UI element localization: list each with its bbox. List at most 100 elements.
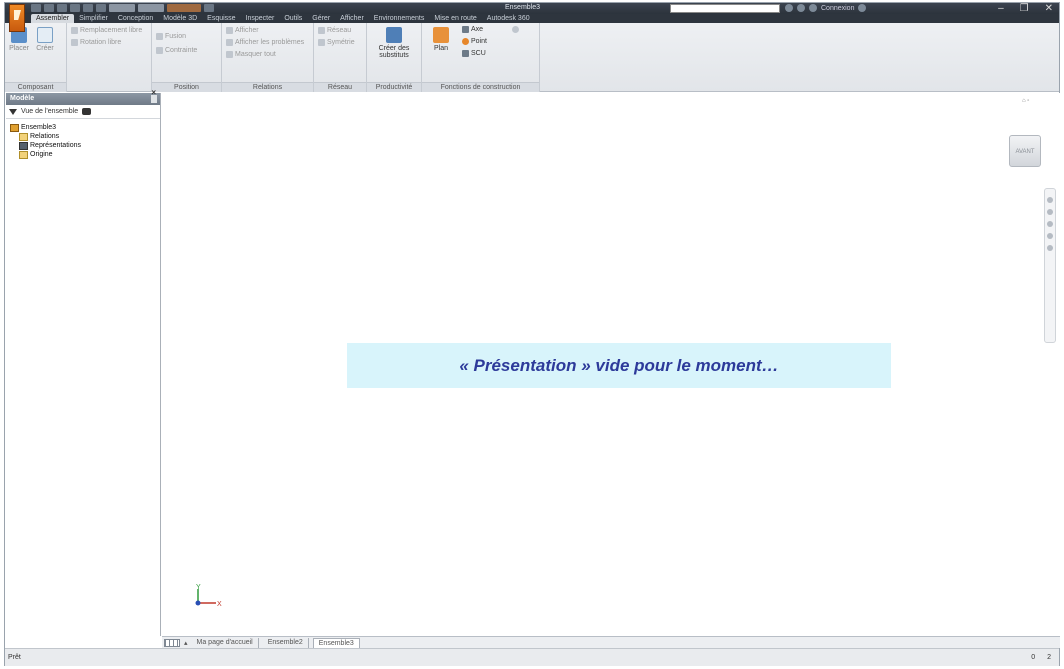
document-tabs: ▴ Ma page d'accueil Ensemble2 Ensemble3 <box>162 636 1060 648</box>
restore-icon[interactable]: ❐ <box>1020 3 1029 14</box>
panel-reseau: Réseau Symétrie Réseau <box>314 23 367 92</box>
folder-icon <box>19 150 28 159</box>
show-relations-button[interactable]: Afficher <box>226 27 259 34</box>
panel-title-fonctions[interactable]: Fonctions de construction <box>422 82 539 92</box>
viewcube[interactable]: AVANT <box>1009 135 1041 167</box>
doc-tab-ensemble3[interactable]: Ensemble3 <box>312 637 360 648</box>
point-button[interactable]: Point <box>462 38 487 45</box>
tree-item-relations[interactable]: Relations <box>10 132 160 141</box>
browser-pin-icon[interactable] <box>151 95 157 103</box>
tab-inspecter[interactable]: Inspecter <box>241 14 280 23</box>
orbit-icon[interactable] <box>1047 233 1053 239</box>
model-browser: Modèle × Vue de l'ensemble Ensemble3 Rel… <box>6 88 161 636</box>
hide-all-button[interactable]: Masquer tout <box>226 51 276 58</box>
tile-windows-icon[interactable] <box>164 638 180 647</box>
status-count-1: 0 <box>1031 654 1036 661</box>
measure-icon[interactable] <box>204 4 214 12</box>
ribbon: Placer Créer Composant Remplacement libr… <box>5 23 1059 92</box>
viewcube-home-icon[interactable]: ⌂ ▫ <box>1022 98 1029 104</box>
tree-root[interactable]: Ensemble3 <box>10 123 160 132</box>
help-icon[interactable] <box>858 4 867 12</box>
tree-item-representations[interactable]: Représentations <box>10 141 160 150</box>
tab-menu-icon[interactable]: ▴ <box>184 639 188 647</box>
doc-tab-home[interactable]: Ma page d'accueil <box>192 637 259 648</box>
axis-button[interactable]: Axe <box>462 26 483 33</box>
tab-esquisse[interactable]: Esquisse <box>202 14 240 23</box>
representations-icon <box>19 141 28 150</box>
free-rotate-button[interactable]: Rotation libre <box>71 39 121 46</box>
home-icon[interactable] <box>96 4 106 12</box>
filter-icon[interactable] <box>9 108 17 115</box>
connect-label[interactable]: Connexion <box>821 5 854 12</box>
tab-conception[interactable]: Conception <box>113 14 158 23</box>
fusion-button[interactable]: Fusion <box>156 33 186 40</box>
tab-gerer[interactable]: Gérer <box>307 14 335 23</box>
quick-access-toolbar <box>31 4 214 12</box>
tab-mise-en-route[interactable]: Mise en route <box>429 14 481 23</box>
view-selector[interactable]: Vue de l'ensemble <box>21 108 78 115</box>
tab-environnements[interactable]: Environnements <box>369 14 430 23</box>
create-component-button[interactable]: Créer <box>33 27 57 52</box>
account-area: Connexion <box>785 4 867 12</box>
ucs-button[interactable]: SCU <box>462 50 486 57</box>
create-substitute-button[interactable]: Créer des substituts <box>369 27 419 59</box>
panel-composant: Placer Créer Composant <box>5 23 67 92</box>
browser-header[interactable]: Modèle × <box>6 88 160 105</box>
panel-title-composant[interactable]: Composant <box>5 82 66 92</box>
doc-tab-ensemble2[interactable]: Ensemble2 <box>263 637 309 648</box>
panel-relations: Afficher Afficher les problèmes Masquer … <box>222 23 314 92</box>
search-input[interactable] <box>670 4 780 13</box>
new-icon[interactable] <box>31 4 41 12</box>
panel-title-relations[interactable]: Relations <box>222 82 313 92</box>
zoom-icon[interactable] <box>1047 221 1053 227</box>
plane-button[interactable]: Plan <box>426 27 456 52</box>
close-icon[interactable]: ✕ <box>1045 3 1053 14</box>
binoculars-icon[interactable] <box>785 4 793 12</box>
ribbon-tabs: Assembler Simplifier Conception Modèle 3… <box>5 14 1059 23</box>
app-window: Ensemble3 Connexion – ❐ ✕ Assembler Simp… <box>4 2 1060 666</box>
x-axis-label: X <box>217 601 222 608</box>
application-menu-button[interactable] <box>9 4 25 32</box>
title-bar: Ensemble3 Connexion – ❐ ✕ <box>5 3 1059 14</box>
tab-afficher[interactable]: Afficher <box>335 14 369 23</box>
save-icon[interactable] <box>57 4 67 12</box>
tab-assembler[interactable]: Assembler <box>31 14 75 23</box>
panel-title-position[interactable]: Position <box>152 82 221 92</box>
model-tree: Ensemble3 Relations Représentations Orig… <box>6 119 160 159</box>
material-dropdown[interactable] <box>138 4 164 12</box>
pattern-button[interactable]: Réseau <box>318 27 351 34</box>
constraint-button[interactable]: Contrainte <box>156 47 197 54</box>
user-icon[interactable] <box>809 4 817 12</box>
show-problems-button[interactable]: Afficher les problèmes <box>226 39 304 46</box>
steering-wheel-icon[interactable] <box>1047 197 1053 203</box>
find-icon[interactable] <box>82 108 92 115</box>
tab-modele-3d[interactable]: Modèle 3D <box>158 14 202 23</box>
select-dropdown[interactable] <box>109 4 135 12</box>
tab-simplifier[interactable]: Simplifier <box>74 14 113 23</box>
ribbon-extra-button[interactable] <box>512 26 519 33</box>
free-replace-button[interactable]: Remplacement libre <box>71 27 142 34</box>
panel-position-2: Fusion Contrainte Position <box>152 23 222 92</box>
minimize-icon[interactable]: – <box>998 3 1004 14</box>
folder-icon <box>19 132 28 141</box>
star-icon[interactable] <box>797 4 805 12</box>
status-count-2: 2 <box>1047 654 1051 661</box>
tab-autodesk-360[interactable]: Autodesk 360 <box>482 14 535 23</box>
appearance-dropdown[interactable] <box>167 4 201 12</box>
pan-icon[interactable] <box>1047 209 1053 215</box>
window-title: Ensemble3 <box>505 4 541 11</box>
redo-icon[interactable] <box>83 4 93 12</box>
origin-point <box>195 600 201 606</box>
mirror-button[interactable]: Symétrie <box>318 39 355 46</box>
look-at-icon[interactable] <box>1047 245 1053 251</box>
tree-item-origine[interactable]: Origine <box>10 150 160 159</box>
y-axis-label: Y <box>196 584 201 591</box>
open-icon[interactable] <box>44 4 54 12</box>
undo-icon[interactable] <box>70 4 80 12</box>
panel-title-reseau[interactable]: Réseau <box>314 82 366 92</box>
panel-title-productivite[interactable]: Productivité <box>367 82 421 92</box>
plane-icon <box>433 27 449 43</box>
graphics-window[interactable]: « Présentation » vide pour le moment… ⌂ … <box>162 93 1060 636</box>
status-bar: Prêt 0 2 <box>5 648 1059 666</box>
tab-outils[interactable]: Outils <box>279 14 307 23</box>
